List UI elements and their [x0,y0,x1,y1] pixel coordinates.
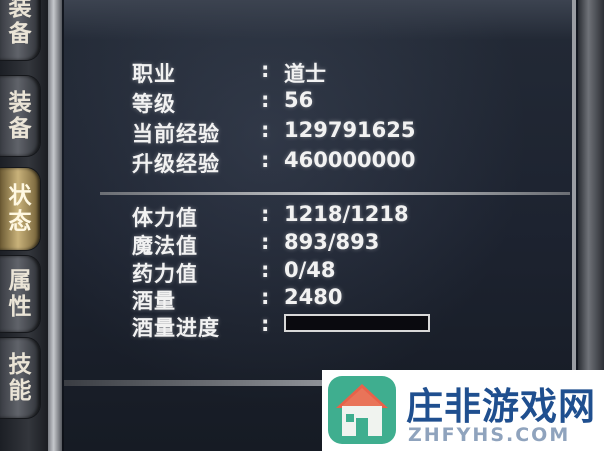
stat-colon: : [261,202,270,226]
stat-colon: : [261,258,270,282]
stat-value: 56 [284,88,314,112]
tab-status[interactable]: 状态 [0,168,40,250]
tab-equipment-label: 装备 [8,0,32,47]
stat-value: 2480 [284,285,343,309]
stat-value: 1218/1218 [284,202,409,226]
stat-colon: : [261,58,270,82]
house-logo-icon [328,376,396,444]
stat-colon: : [261,118,270,142]
side-tab-strip: 装备 装备 状态 属性 技能 [0,0,48,451]
stat-value: 0/48 [284,258,336,282]
tab-equipment-2[interactable]: 装备 [0,76,40,156]
stat-label: 升级经验 [132,152,220,176]
tab-skills[interactable]: 技能 [0,338,40,418]
panel-ornament [64,0,572,40]
stat-label: 等级 [132,92,176,116]
stat-label: 酒量进度 [132,316,220,340]
stat-label: 体力值 [132,206,198,230]
watermark: 庄非游戏网 ZHFYHS.COM [322,370,604,451]
tab-equipment[interactable]: 装备 [0,0,40,60]
frame-left-border [48,0,62,451]
game-screen: 装备 装备 状态 属性 技能 职业 : 道士 等级 : 56 当前经验 : 12… [0,0,604,451]
stat-label: 魔法值 [132,234,198,258]
tab-status-label: 状态 [8,183,32,235]
watermark-domain: ZHFYHS.COM [408,424,571,446]
watermark-title: 庄非游戏网 [406,385,596,428]
stat-colon: : [261,285,270,309]
alcohol-progress-bar [284,314,430,332]
stat-label: 当前经验 [132,122,220,146]
stat-colon: : [261,88,270,112]
section-divider [100,192,570,195]
stat-colon: : [261,230,270,254]
stat-value: 460000000 [284,148,416,172]
tab-attributes[interactable]: 属性 [0,256,40,332]
stat-label: 职业 [132,62,176,86]
stat-value: 道士 [284,62,326,86]
stat-value: 893/893 [284,230,380,254]
stat-colon: : [261,312,270,336]
tab-skills-label: 技能 [8,352,32,404]
stat-value: 129791625 [284,118,416,142]
tab-equipment-label-2: 装备 [8,90,32,142]
stat-label: 药力值 [132,262,198,286]
stat-label: 酒量 [132,289,176,313]
tab-attributes-label: 属性 [8,268,32,320]
stat-colon: : [261,148,270,172]
